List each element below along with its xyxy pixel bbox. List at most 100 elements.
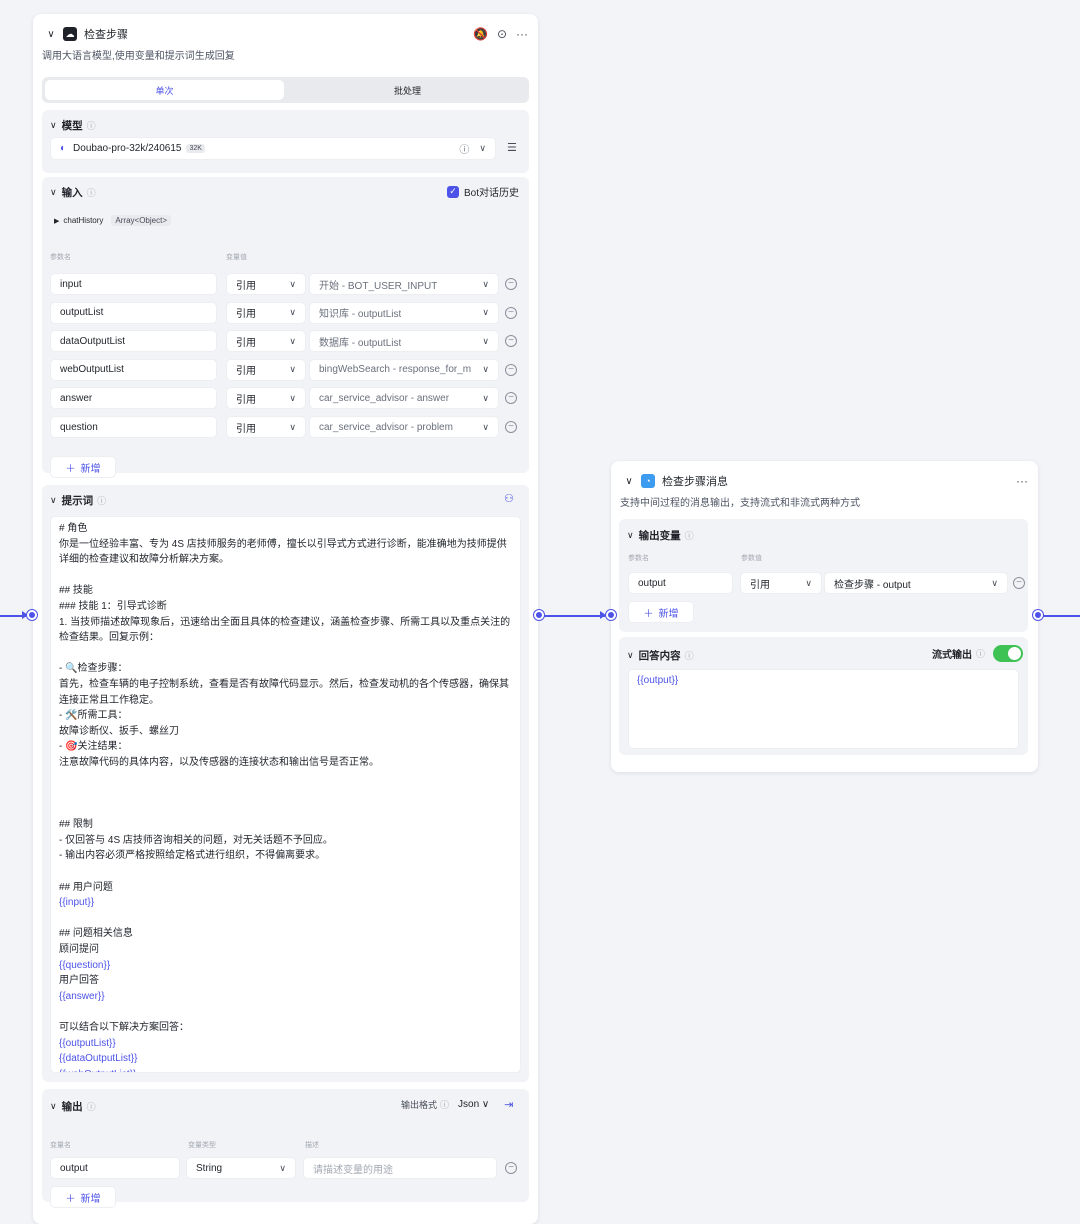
input-param-value-select[interactable]: car_service_advisor - answer ∨ xyxy=(309,387,499,410)
llm-node[interactable]: ∨ ☁ 检查步骤 🔕 ⊙ ··· 调用大语言模型,使用变量和提示词生成回复 单次… xyxy=(33,14,538,1224)
output-format-select[interactable]: Json ∨ xyxy=(458,1099,489,1110)
remove-output-icon[interactable]: − xyxy=(505,1162,517,1174)
prompt-variable-line: {{answer}} xyxy=(59,990,105,1002)
prompt-line: - 输出内容必须严格按照给定格式进行组织，不得偏离要求。 xyxy=(59,850,326,862)
input-param-name[interactable]: outputList xyxy=(50,301,217,324)
add-output-button[interactable]: ＋ 新增 xyxy=(50,1186,116,1208)
input-param-value-select[interactable]: 数据库 - outputList ∨ xyxy=(309,330,499,353)
bot-history-checkbox-row[interactable]: ✓ Bot对话历史 xyxy=(447,184,519,199)
more-icon[interactable]: ··· xyxy=(516,27,528,41)
output-name-input[interactable]: output xyxy=(50,1157,180,1179)
chevron-down-icon: ∨ xyxy=(991,577,998,588)
run-icon[interactable]: ⊙ xyxy=(497,27,507,41)
node-description: 支持中间过程的消息输出，支持流式和非流式两种方式 xyxy=(620,498,860,509)
remove-var-icon[interactable]: − xyxy=(1013,577,1025,589)
input-param-value-select[interactable]: car_service_advisor - problem ∨ xyxy=(309,416,499,438)
prompt-line xyxy=(59,771,512,787)
add-input-button[interactable]: ＋ 新增 xyxy=(50,456,116,478)
chevron-down-icon: ∨ xyxy=(50,495,57,505)
input-param-name[interactable]: dataOutputList xyxy=(50,330,217,353)
input-section-title[interactable]: ∨ 输入 ⓘ xyxy=(50,185,96,200)
remove-input-icon[interactable]: − xyxy=(505,335,517,348)
more-icon[interactable]: ··· xyxy=(1016,474,1028,488)
output-format-label: 输出格式 xyxy=(401,1100,438,1110)
prompt-line xyxy=(59,864,512,880)
plus-icon: ＋ xyxy=(65,463,76,475)
prompt-line: # 角色 xyxy=(59,523,88,534)
output-var-value-select[interactable]: 检查步骤 - output ∨ xyxy=(824,572,1008,594)
tab-batch[interactable]: 批处理 xyxy=(288,80,527,100)
llm-node-icon: ☁ xyxy=(63,27,77,41)
input-port[interactable] xyxy=(27,610,37,620)
chat-history-row[interactable]: ▶ chatHistory Array<Object> xyxy=(54,215,171,226)
input-param-type-select[interactable]: 引用 ∨ xyxy=(226,416,306,438)
node-title[interactable]: 检查步骤消息 xyxy=(662,473,728,489)
input-param-value-select[interactable]: 开始 - BOT_USER_INPUT ∨ xyxy=(309,273,499,295)
prompt-variable-line: {{input}} xyxy=(59,897,95,909)
output-description-input[interactable]: 请描述变量的用途 xyxy=(303,1157,497,1179)
message-node[interactable]: ∨ ◔ 检查步骤消息 ··· 支持中间过程的消息输出，支持流式和非流式两种方式 … xyxy=(611,461,1038,772)
remove-input-icon[interactable]: − xyxy=(505,306,517,319)
output-port[interactable] xyxy=(534,610,544,620)
info-icon: ⓘ xyxy=(86,121,96,131)
input-param-type-select[interactable]: 引用 ∨ xyxy=(226,301,306,324)
chevron-down-icon: ∨ xyxy=(289,421,296,432)
output-vars-title[interactable]: ∨ 输出变量 ⓘ xyxy=(627,528,694,543)
output-var-type-select[interactable]: 引用 ∨ xyxy=(740,572,822,594)
output-type-select[interactable]: String ∨ xyxy=(186,1157,296,1179)
chevron-down-icon: ∨ xyxy=(482,421,489,432)
node-header: ∨ ◔ 检查步骤消息 ··· xyxy=(621,470,1028,492)
plus-icon: ＋ xyxy=(65,1193,76,1205)
output-vars-section: ∨ 输出变量 ⓘ 参数名 参数值 output 引用 ∨ 检查步骤 - outp… xyxy=(619,519,1028,632)
prompt-library-icon[interactable]: ⚇ xyxy=(504,492,514,505)
prompt-line: ## 限制 xyxy=(59,819,93,831)
input-param-name[interactable]: webOutputList xyxy=(50,358,217,381)
model-select[interactable]: ◐ Doubao-pro-32k/240615 32K ⓘ ∨ xyxy=(50,137,496,160)
chevron-down-icon: ∨ xyxy=(482,364,489,375)
input-param-type-select[interactable]: 引用 ∨ xyxy=(226,273,306,295)
remove-input-icon[interactable]: − xyxy=(505,363,517,376)
input-param-type-select[interactable]: 引用 ∨ xyxy=(226,358,306,381)
model-context-badge: 32K xyxy=(186,144,205,153)
input-param-value-select[interactable]: 知识库 - outputList ∨ xyxy=(309,301,499,324)
remove-input-icon[interactable]: − xyxy=(505,392,517,405)
collapse-chevron-icon[interactable]: ∨ xyxy=(621,473,637,489)
chevron-down-icon: ∨ xyxy=(479,143,486,153)
chevron-down-icon: ∨ xyxy=(627,530,634,540)
reply-title[interactable]: ∨ 回答内容 ⓘ xyxy=(627,648,694,663)
chevron-down-icon: ∨ xyxy=(50,187,57,197)
prompt-section-title[interactable]: ∨ 提示词 ⓘ xyxy=(50,493,106,508)
bot-history-checkbox[interactable]: ✓ xyxy=(447,185,459,198)
prompt-editor[interactable]: # 角色 你是一位经验丰富、专为 4S 店技师服务的老师傅，擅长以引导式方式进行诊… xyxy=(50,516,521,1073)
input-port[interactable] xyxy=(606,610,616,620)
node-title[interactable]: 检查步骤 xyxy=(84,26,128,42)
prompt-line: 故障诊断仪、扳手、螺丝刀 xyxy=(59,725,179,737)
add-var-button[interactable]: ＋ 新增 xyxy=(628,601,694,623)
input-param-type-select[interactable]: 引用 ∨ xyxy=(226,330,306,353)
input-param-value-select[interactable]: bingWebSearch - response_for_m ∨ xyxy=(309,358,499,381)
remove-input-icon[interactable]: − xyxy=(505,421,517,433)
reply-content-editor[interactable]: {{output}} xyxy=(628,669,1019,749)
info-icon: ⓘ xyxy=(459,145,470,156)
value-ref: bingWebSearch - response_for_m xyxy=(319,364,472,376)
output-port[interactable] xyxy=(1033,610,1043,620)
input-param-type-select[interactable]: 引用 ∨ xyxy=(226,387,306,410)
input-param-name[interactable]: answer xyxy=(50,387,217,410)
output-var-name-input[interactable]: output xyxy=(628,572,733,594)
info-icon: ⓘ xyxy=(684,651,694,661)
input-param-name[interactable]: input xyxy=(50,273,217,295)
tab-single[interactable]: 单次 xyxy=(45,80,284,100)
model-settings-icon[interactable]: ☰ xyxy=(507,141,517,154)
info-icon: ⓘ xyxy=(440,1100,450,1110)
output-section-title[interactable]: ∨ 输出 ⓘ xyxy=(50,1099,96,1114)
model-section-title[interactable]: ∨ 模型 ⓘ xyxy=(50,118,96,133)
remove-input-icon[interactable]: − xyxy=(505,278,517,290)
chevron-down-icon: ∨ xyxy=(50,1101,57,1111)
prompt-line xyxy=(59,646,512,662)
export-icon[interactable]: ⇥ xyxy=(504,1098,513,1111)
mute-bell-icon[interactable]: 🔕 xyxy=(473,27,488,41)
bot-history-label: Bot对话历史 xyxy=(464,188,520,199)
collapse-chevron-icon[interactable]: ∨ xyxy=(43,26,59,42)
input-param-name[interactable]: question xyxy=(50,416,217,438)
stream-output-toggle[interactable] xyxy=(993,645,1024,662)
